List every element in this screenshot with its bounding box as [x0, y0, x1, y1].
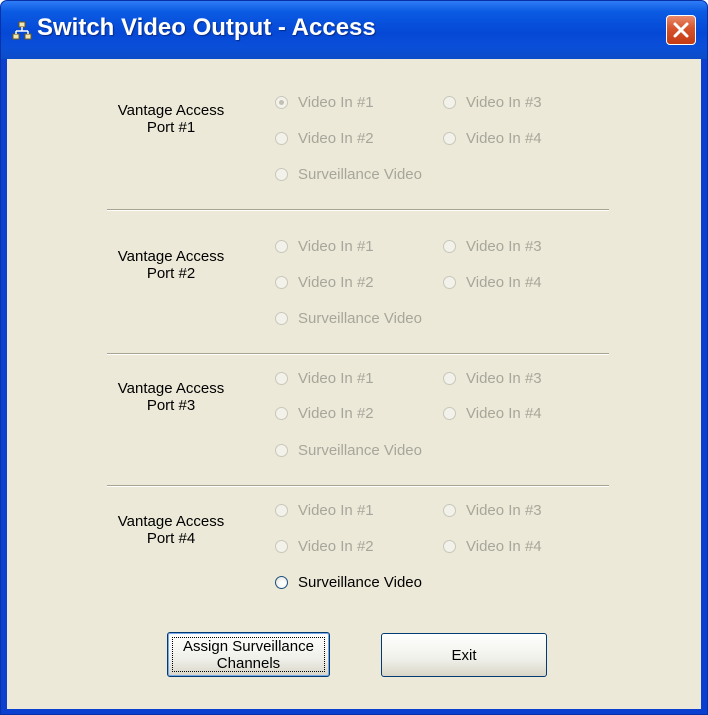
radio-label: Video In #3 — [466, 237, 542, 255]
port-3-surveillance-video-radio[interactable]: Surveillance Video — [275, 440, 422, 460]
radio-label: Video In #4 — [466, 273, 542, 291]
port-3-label-line2: Port #3 — [146, 397, 196, 414]
port-2-video-in-2-radio[interactable]: Video In #2 — [275, 272, 374, 292]
port-3-label-line1: Vantage Access — [117, 380, 225, 397]
radio-label: Video In #1 — [298, 237, 374, 255]
radio-label: Video In #1 — [298, 501, 374, 519]
port-4-label: Vantage Access Port #4 — [91, 513, 251, 547]
port-2-video-in-3-radio[interactable]: Video In #3 — [443, 236, 542, 256]
assign-button-label: Assign Surveillance Channels — [183, 638, 314, 672]
port-1-label: Vantage Access Port #1 — [91, 102, 251, 136]
port-1-video-in-4-radio[interactable]: Video In #4 — [443, 128, 542, 148]
radio-circle — [275, 239, 288, 253]
exit-button[interactable]: Exit — [381, 633, 547, 677]
radio-circle — [275, 371, 288, 385]
radio-circle — [275, 131, 288, 145]
port-4-label-line2: Port #4 — [146, 530, 196, 547]
radio-circle — [275, 503, 288, 517]
radio-label: Video In #3 — [466, 93, 542, 111]
port-2-label-line1: Vantage Access — [117, 248, 225, 265]
radio-label: Video In #2 — [298, 537, 374, 555]
radio-label: Surveillance Video — [298, 309, 422, 327]
port-1-surveillance-video-radio[interactable]: Surveillance Video — [275, 164, 422, 184]
dialog-client-area: Vantage Access Port #1 Video In #1 Video… — [7, 59, 701, 709]
radio-label: Video In #4 — [466, 129, 542, 147]
assign-button-label-line2: Channels — [216, 654, 281, 672]
port-4-video-in-2-radio[interactable]: Video In #2 — [275, 536, 374, 556]
radio-circle — [275, 167, 288, 181]
port-3-video-in-3-radio[interactable]: Video In #3 — [443, 368, 542, 388]
assign-button-label-line1: Assign Surveillance — [183, 637, 314, 655]
port-4-video-in-4-radio[interactable]: Video In #4 — [443, 536, 542, 556]
port-4-video-in-3-radio[interactable]: Video In #3 — [443, 500, 542, 520]
port-2-label-line2: Port #2 — [146, 265, 196, 282]
radio-circle — [443, 539, 456, 553]
radio-circle — [275, 311, 288, 325]
separator-3 — [107, 485, 609, 487]
radio-circle — [275, 275, 288, 289]
radio-label: Video In #4 — [466, 404, 542, 422]
radio-circle — [443, 503, 456, 517]
title-bar[interactable]: Switch Video Output - Access — [1, 1, 707, 59]
radio-label: Video In #1 — [298, 93, 374, 111]
port-1-label-line2: Port #1 — [146, 119, 196, 136]
assign-surveillance-channels-button[interactable]: Assign Surveillance Channels — [167, 632, 330, 677]
close-icon — [673, 22, 689, 38]
radio-label: Video In #4 — [466, 537, 542, 555]
port-1-video-in-2-radio[interactable]: Video In #2 — [275, 128, 374, 148]
radio-label: Surveillance Video — [298, 573, 422, 591]
radio-circle — [443, 131, 456, 145]
radio-label: Video In #3 — [466, 369, 542, 387]
port-1-label-line1: Vantage Access — [117, 102, 225, 119]
radio-circle — [275, 406, 288, 420]
port-4-surveillance-video-radio[interactable]: Surveillance Video — [275, 572, 422, 592]
port-2-video-in-1-radio[interactable]: Video In #1 — [275, 236, 374, 256]
separator-1 — [107, 209, 609, 211]
radio-circle — [443, 406, 456, 420]
window-title: Switch Video Output - Access — [37, 14, 376, 41]
port-3-label: Vantage Access Port #3 — [91, 380, 251, 414]
radio-circle — [443, 275, 456, 289]
port-4-video-in-1-radio[interactable]: Video In #1 — [275, 500, 374, 520]
close-button[interactable] — [666, 15, 696, 45]
dialog-window: Switch Video Output - Access Vantage Acc… — [0, 0, 708, 715]
radio-label: Video In #2 — [298, 129, 374, 147]
port-4-label-line1: Vantage Access — [117, 513, 225, 530]
port-3-video-in-1-radio[interactable]: Video In #1 — [275, 368, 374, 388]
port-2-surveillance-video-radio[interactable]: Surveillance Video — [275, 308, 422, 328]
network-icon — [12, 21, 32, 40]
radio-circle — [443, 371, 456, 385]
radio-label: Video In #1 — [298, 369, 374, 387]
radio-circle — [275, 443, 288, 457]
radio-circle — [275, 95, 288, 109]
port-2-label: Vantage Access Port #2 — [91, 248, 251, 282]
port-1-video-in-3-radio[interactable]: Video In #3 — [443, 92, 542, 112]
port-3-video-in-2-radio[interactable]: Video In #2 — [275, 403, 374, 423]
port-1-video-in-1-radio[interactable]: Video In #1 — [275, 92, 374, 112]
radio-label: Video In #2 — [298, 404, 374, 422]
radio-circle — [443, 95, 456, 109]
radio-label: Video In #3 — [466, 501, 542, 519]
radio-circle — [275, 539, 288, 553]
port-3-video-in-4-radio[interactable]: Video In #4 — [443, 403, 542, 423]
radio-label: Surveillance Video — [298, 165, 422, 183]
radio-circle — [275, 575, 288, 589]
radio-label: Surveillance Video — [298, 441, 422, 459]
radio-label: Video In #2 — [298, 273, 374, 291]
port-2-video-in-4-radio[interactable]: Video In #4 — [443, 272, 542, 292]
radio-circle — [443, 239, 456, 253]
separator-2 — [107, 353, 609, 355]
